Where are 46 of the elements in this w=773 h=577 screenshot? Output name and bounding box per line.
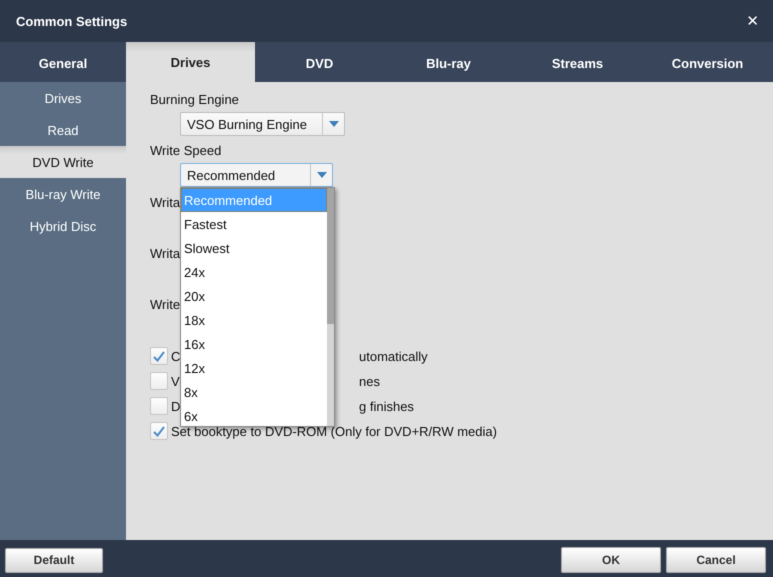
dropdown-option[interactable]: 18x bbox=[181, 308, 327, 332]
burning-engine-dropdown[interactable]: VSO Burning Engine bbox=[180, 112, 345, 136]
field-label: Burning Engine bbox=[150, 90, 239, 108]
dropdown-option[interactable]: 24x bbox=[181, 260, 327, 284]
sidebar-item[interactable]: Drives bbox=[0, 82, 126, 114]
checkbox[interactable] bbox=[150, 372, 168, 390]
dropdown-arrow-icon bbox=[328, 121, 338, 127]
close-button[interactable]: ✕ bbox=[746, 12, 759, 30]
cancel-button[interactable]: Cancel bbox=[666, 547, 766, 573]
tab[interactable]: Blu-ray bbox=[384, 42, 513, 82]
tab[interactable]: Drives bbox=[126, 42, 255, 82]
dropdown-arrow-icon bbox=[316, 172, 326, 178]
sidebar-item[interactable]: Read bbox=[0, 114, 126, 146]
window-title: Common Settings bbox=[16, 14, 128, 28]
checkmark-icon bbox=[153, 426, 165, 436]
checkbox-label: D bbox=[171, 398, 182, 414]
checkmark-icon bbox=[153, 350, 165, 362]
checkbox[interactable] bbox=[150, 422, 168, 440]
dropdown-option[interactable]: Slowest bbox=[181, 236, 327, 260]
field-label: Writa bbox=[150, 244, 180, 262]
checkbox-label: g finishes bbox=[359, 398, 415, 414]
field-label: Write Speed bbox=[150, 142, 222, 159]
dropdown-option[interactable]: 12x bbox=[181, 356, 327, 380]
sidebar-item[interactable]: Blu-ray Write bbox=[0, 178, 126, 210]
checkbox-label: nes bbox=[359, 374, 381, 388]
sidebar-item[interactable]: DVD Write bbox=[0, 146, 126, 178]
checkbox-label: V bbox=[171, 374, 181, 388]
scrollbar[interactable] bbox=[327, 188, 334, 426]
dropdown-option[interactable]: 8x bbox=[181, 380, 327, 404]
checkbox[interactable] bbox=[150, 397, 168, 415]
checkbox[interactable] bbox=[150, 347, 168, 365]
default-button[interactable]: Default bbox=[5, 548, 103, 572]
checkbox-label: C bbox=[171, 348, 182, 364]
field-label: Write bbox=[150, 296, 180, 313]
dropdown-option[interactable]: Fastest bbox=[181, 212, 327, 236]
dropdown-option[interactable]: 20x bbox=[181, 284, 327, 308]
tab[interactable]: General bbox=[0, 42, 126, 82]
write-speed-dropdown[interactable]: Recommended bbox=[180, 163, 333, 187]
tab[interactable]: DVD bbox=[255, 42, 384, 82]
tab[interactable]: Conversion bbox=[642, 42, 773, 82]
checkbox-label: utomatically bbox=[359, 348, 429, 364]
dropdown-option[interactable]: 16x bbox=[181, 332, 327, 356]
sidebar-item[interactable]: Hybrid Disc bbox=[0, 210, 126, 242]
tab[interactable]: Streams bbox=[513, 42, 642, 82]
ok-button[interactable]: OK bbox=[561, 547, 661, 573]
field-label: Writa bbox=[150, 194, 180, 211]
